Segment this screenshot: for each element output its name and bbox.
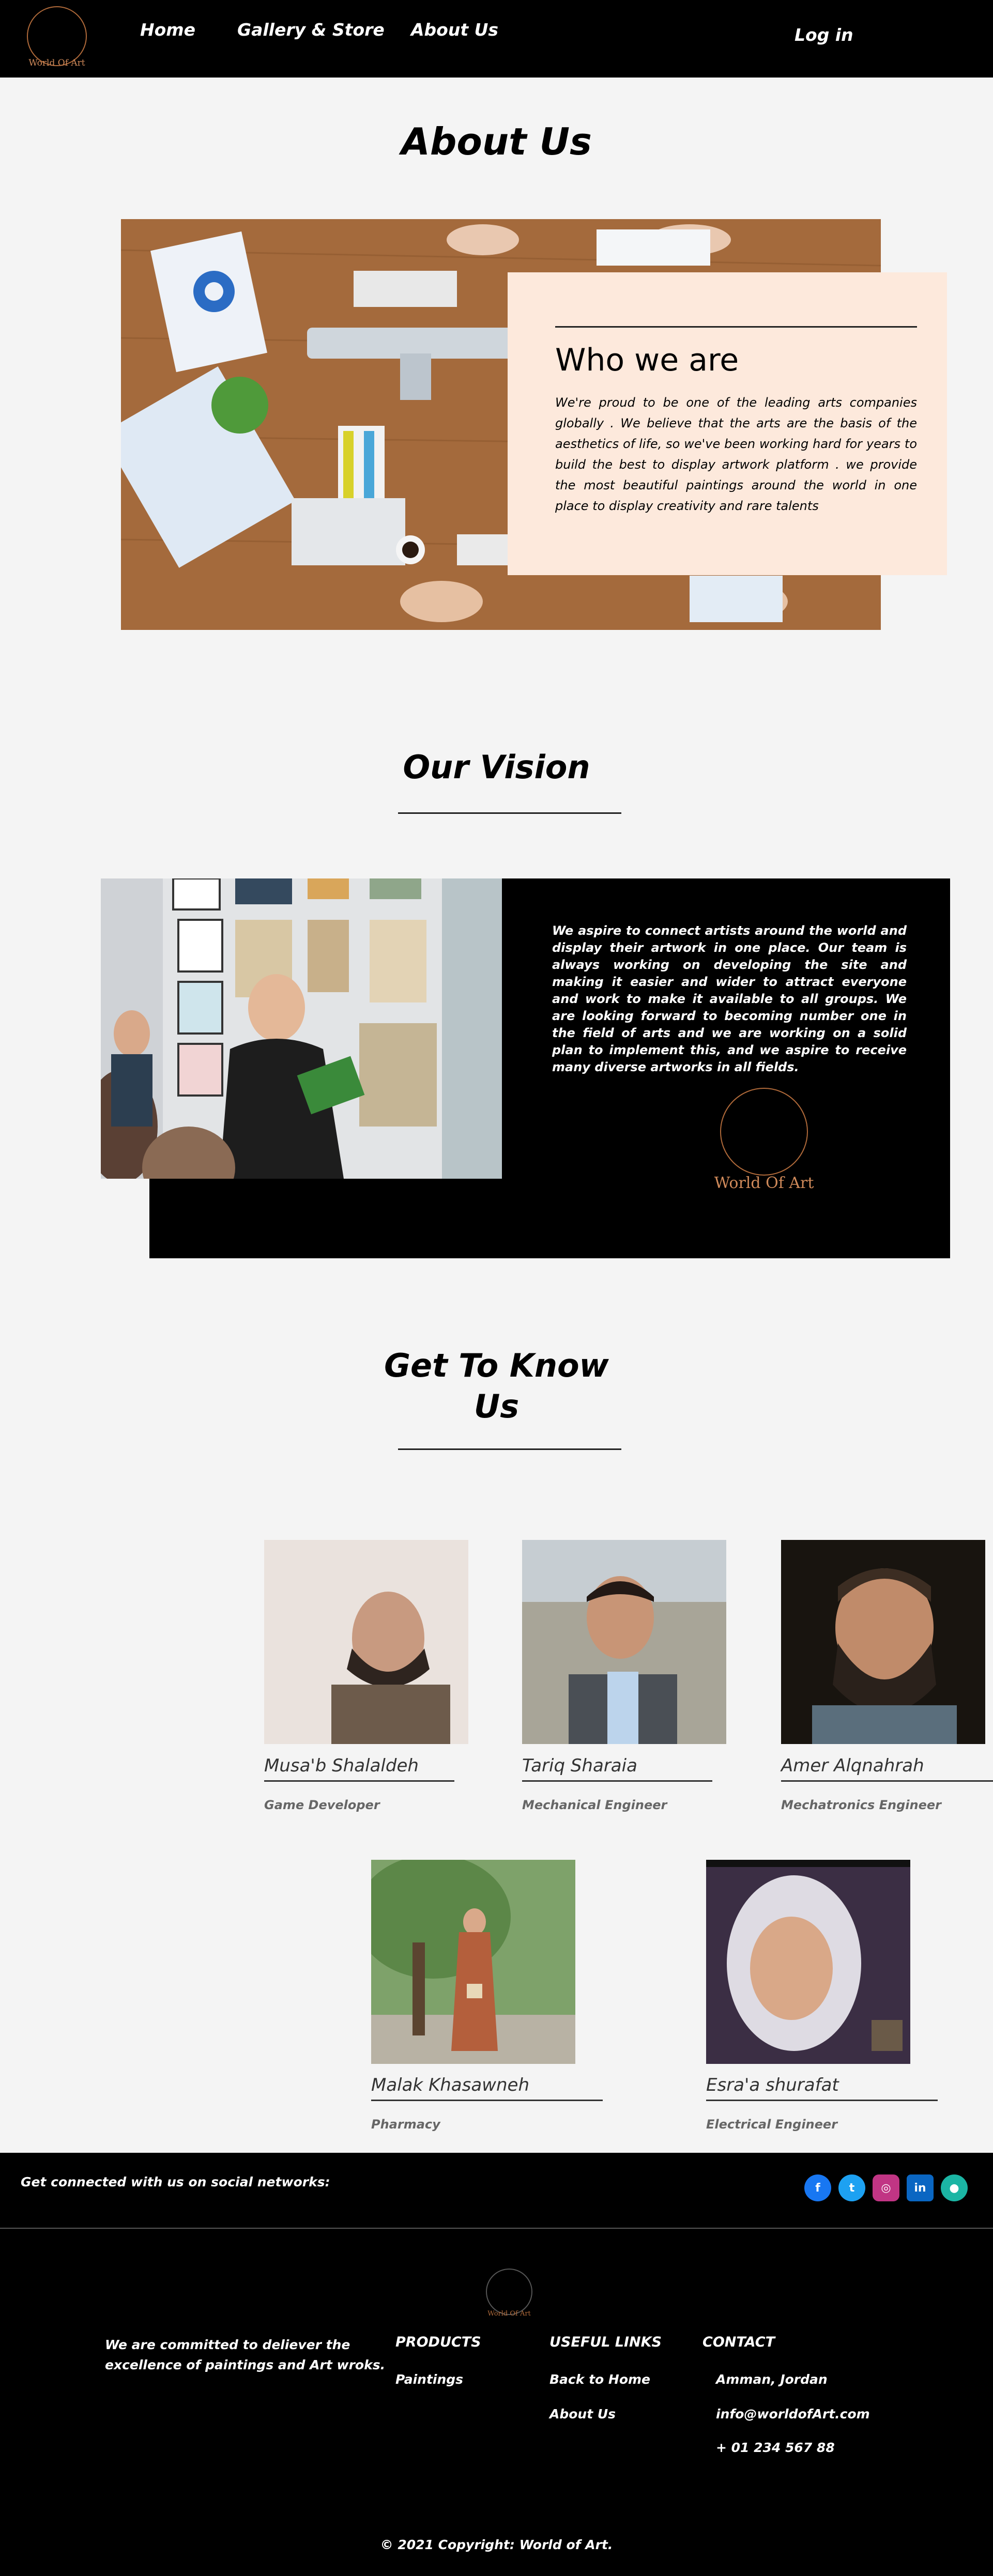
copyright: © 2021 Copyright: World of Art. bbox=[380, 2537, 613, 2552]
vision-logo-icon bbox=[720, 1088, 808, 1176]
gallery-illustration bbox=[101, 878, 502, 1179]
member-photo bbox=[522, 1540, 726, 1744]
vision-text: We aspire to connect artists around the … bbox=[552, 923, 907, 1074]
vision-logo-text: World Of Art bbox=[714, 1174, 814, 1192]
github-icon[interactable]: ● bbox=[941, 2174, 968, 2201]
footer-logo-icon[interactable] bbox=[486, 2269, 532, 2315]
member-underline bbox=[371, 2100, 603, 2101]
member-underline bbox=[264, 1780, 454, 1782]
member-photo bbox=[706, 1860, 910, 2064]
contact-address: Amman, Jordan bbox=[716, 2372, 828, 2387]
member-underline bbox=[706, 2100, 938, 2101]
member-underline bbox=[522, 1780, 712, 1782]
footer-tagline-line2: excellence of paintings and Art wroks. bbox=[105, 2357, 386, 2372]
nav-gallery-link[interactable]: Gallery & Store bbox=[237, 20, 385, 40]
member-photo bbox=[264, 1540, 468, 1744]
contact-phone: + 01 234 567 88 bbox=[716, 2440, 835, 2455]
vision-underline bbox=[398, 812, 621, 814]
member-role: Pharmacy bbox=[371, 2117, 440, 2132]
who-text: We're proud to be one of the leading art… bbox=[555, 395, 917, 513]
footer-logo-text: World Of Art bbox=[487, 2310, 531, 2318]
logo-text: World Of Art bbox=[28, 58, 85, 68]
products-heading: PRODUCTS bbox=[395, 2334, 481, 2350]
instagram-icon[interactable]: ◎ bbox=[873, 2174, 899, 2201]
member-role: Electrical Engineer bbox=[706, 2117, 838, 2132]
member-name: Amer Alqnahrah bbox=[781, 1755, 924, 1776]
member-name: Esra'a shurafat bbox=[706, 2075, 839, 2095]
linkedin-icon[interactable]: in bbox=[907, 2174, 934, 2201]
footer-tagline-line1: We are committed to deliever the bbox=[105, 2337, 350, 2352]
member-role: Mechatronics Engineer bbox=[781, 1798, 942, 1812]
facebook-icon[interactable]: f bbox=[804, 2174, 831, 2201]
member-photo bbox=[371, 1860, 575, 2064]
navbar: World Of Art Home Gallery & Store About … bbox=[0, 0, 993, 78]
back-to-home-link[interactable]: Back to Home bbox=[549, 2372, 650, 2387]
gallery-image bbox=[101, 878, 502, 1179]
who-rule bbox=[555, 326, 917, 328]
member-name: Malak Khasawneh bbox=[371, 2075, 529, 2095]
member-name: Musa'b Shalaldeh bbox=[264, 1755, 419, 1776]
vision-title: Our Vision bbox=[403, 748, 590, 786]
nav-about-link[interactable]: About Us bbox=[411, 20, 498, 40]
nav-home-link[interactable]: Home bbox=[140, 20, 195, 40]
about-us-link[interactable]: About Us bbox=[549, 2407, 616, 2421]
contact-email[interactable]: info@worldofArt.com bbox=[716, 2407, 870, 2421]
logo-icon[interactable] bbox=[27, 6, 87, 66]
member-role: Mechanical Engineer bbox=[522, 1798, 667, 1812]
member-photo bbox=[781, 1540, 985, 1744]
who-title: Who we are bbox=[555, 342, 739, 378]
useful-links-heading: USEFUL LINKS bbox=[549, 2334, 662, 2350]
login-link[interactable]: Log in bbox=[795, 25, 853, 45]
member-role: Game Developer bbox=[264, 1798, 380, 1812]
about-title: About Us bbox=[401, 120, 592, 163]
member-name: Tariq Sharaia bbox=[522, 1755, 637, 1776]
team-title-line1: Get To Know bbox=[384, 1347, 609, 1384]
contact-heading: CONTACT bbox=[702, 2334, 775, 2350]
twitter-icon[interactable]: t bbox=[838, 2174, 865, 2201]
social-text: Get connected with us on social networks… bbox=[21, 2174, 330, 2189]
team-title-line2: Us bbox=[473, 1387, 520, 1425]
paintings-link[interactable]: Paintings bbox=[395, 2372, 463, 2387]
member-underline bbox=[781, 1780, 993, 1782]
who-we-are-card: Who we are We're proud to be one of the … bbox=[508, 272, 947, 575]
team-underline bbox=[398, 1448, 621, 1450]
